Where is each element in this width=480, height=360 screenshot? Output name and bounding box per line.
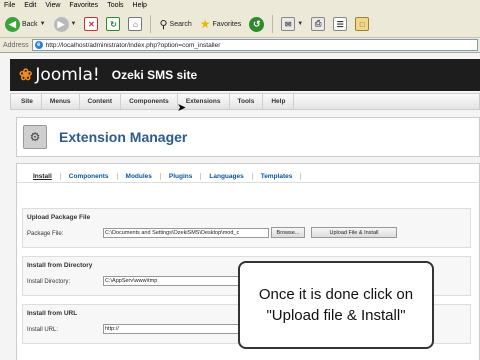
star-icon: ★ bbox=[199, 17, 211, 31]
joomla-logo-text: Joomla! bbox=[35, 65, 100, 85]
menu-edit[interactable]: Edit bbox=[24, 2, 36, 9]
package-file-label: Package File: bbox=[27, 231, 64, 237]
page-icon: e bbox=[34, 41, 43, 49]
tab-plugins[interactable]: Plugins bbox=[161, 172, 202, 180]
callout-line-1: Once it is done click on bbox=[258, 286, 414, 303]
search-icon: ⚲ bbox=[159, 18, 168, 31]
tab-install[interactable]: Install bbox=[25, 172, 61, 180]
page-title: Extension Manager bbox=[59, 129, 188, 145]
upload-package-section: Upload Package File Package File: C:\Doc… bbox=[22, 208, 471, 248]
history-icon: ↺ bbox=[249, 16, 265, 32]
menu-favorites[interactable]: Favorites bbox=[69, 2, 98, 9]
install-url-input[interactable]: http:// bbox=[103, 324, 243, 334]
menu-components[interactable]: Components bbox=[121, 94, 178, 109]
admin-top-menu: Site Menus Content Components Extensions… bbox=[10, 93, 480, 110]
printer-icon: ⎙ bbox=[311, 17, 326, 31]
menu-site[interactable]: Site bbox=[13, 94, 42, 109]
folder-icon: □ bbox=[355, 17, 370, 31]
installer-subtabs: Install Components Modules Plugins Langu… bbox=[17, 170, 480, 183]
tab-components[interactable]: Components bbox=[61, 172, 118, 180]
browser-toolbar: ◀ Back ▼ ▶ ▼ ✕ ↻ ⌂ ⚲ Search ★ Favorites … bbox=[0, 11, 480, 38]
address-input[interactable]: e http://localhost/administrator/index.p… bbox=[31, 39, 478, 51]
back-button[interactable]: ◀ Back ▼ bbox=[3, 14, 48, 34]
mail-button[interactable]: ✉ ▼ bbox=[279, 14, 305, 34]
browser-menubar: File Edit View Favorites Tools Help bbox=[0, 0, 480, 11]
package-file-input[interactable]: C:\Documents and Settings\OzekiSMS\Deskt… bbox=[103, 228, 269, 238]
directory-section-title: Install from Directory bbox=[27, 262, 93, 269]
tab-modules[interactable]: Modules bbox=[118, 172, 161, 180]
address-label: Address bbox=[3, 41, 29, 49]
tutorial-callout: Once it is done click on "Upload file & … bbox=[238, 261, 434, 349]
menu-help[interactable]: Help bbox=[133, 2, 147, 9]
menu-file[interactable]: File bbox=[4, 2, 15, 9]
install-url-label: Install URL: bbox=[27, 327, 59, 333]
page-title-box: ⚙ Extension Manager bbox=[16, 117, 480, 157]
back-label: Back bbox=[22, 20, 38, 28]
mail-icon: ✉ bbox=[281, 17, 296, 31]
menu-view[interactable]: View bbox=[45, 2, 60, 9]
discuss-button[interactable]: □ bbox=[353, 14, 371, 34]
tab-templates[interactable]: Templates bbox=[253, 172, 302, 180]
toolbar-divider bbox=[272, 15, 274, 33]
stop-icon: ✕ bbox=[84, 17, 99, 31]
search-button[interactable]: ⚲ Search bbox=[157, 14, 193, 34]
favorites-label: Favorites bbox=[212, 20, 242, 28]
chevron-down-icon: ▼ bbox=[297, 21, 304, 27]
upload-section-title: Upload Package File bbox=[27, 214, 91, 221]
toolbar-divider bbox=[150, 15, 152, 33]
joomla-header: ❀ Joomla! Ozeki SMS site bbox=[10, 59, 480, 91]
joomla-logo-icon: ❀ bbox=[19, 67, 33, 84]
home-icon: ⌂ bbox=[128, 17, 143, 31]
home-button[interactable]: ⌂ bbox=[126, 14, 144, 34]
refresh-button[interactable]: ↻ bbox=[104, 14, 122, 34]
history-button[interactable]: ↺ bbox=[247, 14, 266, 34]
menu-tools[interactable]: Tools bbox=[107, 2, 123, 9]
address-url: http://localhost/administrator/index.php… bbox=[45, 41, 221, 49]
menu-menus[interactable]: Menus bbox=[42, 94, 80, 109]
mouse-cursor-icon: ➤ bbox=[177, 102, 187, 114]
favorites-button[interactable]: ★ Favorites bbox=[198, 14, 244, 34]
address-bar: Address e http://localhost/administrator… bbox=[0, 38, 480, 53]
install-directory-input[interactable]: C:\AppServ\www\tmp bbox=[103, 276, 243, 286]
forward-button[interactable]: ▶ ▼ bbox=[52, 14, 79, 34]
tab-languages[interactable]: Languages bbox=[201, 172, 253, 180]
chevron-down-icon: ▼ bbox=[39, 21, 46, 27]
browse-button[interactable]: Browse... bbox=[271, 227, 305, 238]
back-arrow-icon: ◀ bbox=[5, 16, 20, 32]
extension-manager-icon: ⚙ bbox=[23, 125, 47, 149]
menu-content[interactable]: Content bbox=[80, 94, 122, 109]
stop-button[interactable]: ✕ bbox=[82, 14, 100, 34]
edit-page-icon: ☰ bbox=[333, 17, 348, 31]
menu-tools[interactable]: Tools bbox=[230, 94, 264, 109]
forward-arrow-icon: ▶ bbox=[53, 16, 69, 32]
print-button[interactable]: ⎙ bbox=[309, 14, 327, 34]
menu-help[interactable]: Help bbox=[263, 94, 295, 109]
install-directory-label: Install Directory: bbox=[27, 279, 71, 285]
refresh-icon: ↻ bbox=[106, 17, 121, 31]
search-label: Search bbox=[169, 20, 192, 28]
site-name: Ozeki SMS site bbox=[111, 68, 198, 82]
callout-line-2: "Upload file & Install" bbox=[266, 307, 406, 324]
url-section-title: Install from URL bbox=[27, 310, 78, 317]
chevron-down-icon: ▼ bbox=[70, 21, 77, 27]
edit-button[interactable]: ☰ bbox=[331, 14, 349, 34]
upload-install-button[interactable]: Upload File & Install bbox=[311, 227, 397, 238]
